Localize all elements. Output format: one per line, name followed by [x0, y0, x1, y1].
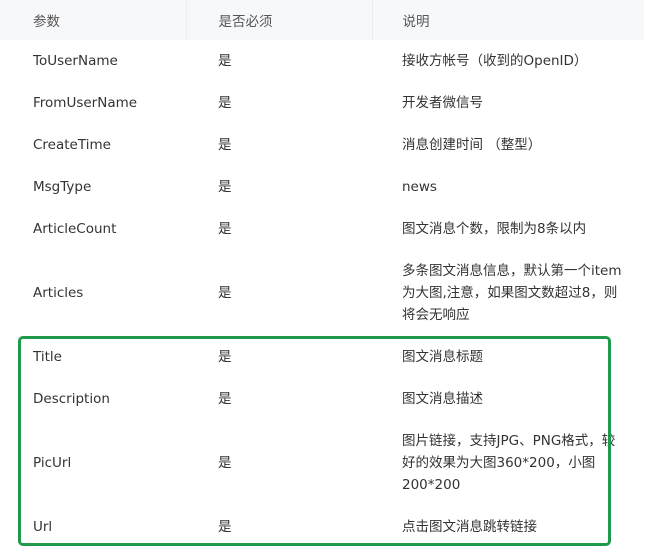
table-header: 参数 是否必须 说明 — [0, 0, 644, 40]
param-description: news — [402, 179, 437, 195]
param-required: 是 — [218, 349, 232, 365]
param-name: CreateTime — [33, 137, 111, 153]
param-name: Articles — [33, 285, 84, 301]
param-required: 是 — [218, 285, 232, 301]
parameter-table: 参数 是否必须 说明 ToUserName 是 接收方帐号（收到的OpenID）… — [0, 0, 644, 548]
param-name: MsgType — [33, 179, 92, 195]
table-row: ArticleCount 是 图文消息个数，限制为8条以内 — [0, 208, 644, 250]
param-name: PicUrl — [33, 455, 72, 471]
param-required: 是 — [218, 519, 232, 535]
param-name: ArticleCount — [33, 221, 117, 237]
header-description: 说明 — [372, 0, 644, 40]
param-name: Url — [33, 519, 53, 535]
param-required: 是 — [218, 179, 232, 195]
table-row: FromUserName 是 开发者微信号 — [0, 82, 644, 124]
param-name: ToUserName — [33, 53, 118, 69]
param-name: Title — [33, 349, 62, 365]
param-description: 多条图文消息信息，默认第一个item为大图,注意，如果图文数超过8，则将会无响应 — [402, 263, 622, 323]
param-description: 消息创建时间 （整型） — [402, 137, 542, 153]
param-description: 图文消息个数，限制为8条以内 — [402, 221, 587, 237]
param-required: 是 — [218, 455, 232, 471]
param-required: 是 — [218, 391, 232, 407]
table-row: Articles 是 多条图文消息信息，默认第一个item为大图,注意，如果图文… — [0, 250, 644, 336]
param-description: 开发者微信号 — [402, 95, 483, 111]
table-row: Description 是 图文消息描述 — [0, 378, 644, 420]
param-name: FromUserName — [33, 95, 138, 111]
table-row: ToUserName 是 接收方帐号（收到的OpenID） — [0, 40, 644, 82]
param-required: 是 — [218, 53, 232, 69]
param-description: 图文消息描述 — [402, 391, 483, 407]
param-description: 点击图文消息跳转链接 — [402, 519, 537, 535]
param-required: 是 — [218, 95, 232, 111]
table-row: CreateTime 是 消息创建时间 （整型） — [0, 124, 644, 166]
param-name: Description — [33, 391, 110, 407]
param-required: 是 — [218, 221, 232, 237]
table-row: Url 是 点击图文消息跳转链接 — [0, 506, 644, 548]
header-param: 参数 — [0, 0, 187, 40]
param-description: 图片链接，支持JPG、PNG格式，较好的效果为大图360*200，小图200*2… — [402, 433, 616, 493]
table-row: PicUrl 是 图片链接，支持JPG、PNG格式，较好的效果为大图360*20… — [0, 420, 644, 506]
param-description: 接收方帐号（收到的OpenID） — [402, 53, 588, 69]
header-row: 参数 是否必须 说明 — [0, 0, 644, 40]
table-row: Title 是 图文消息标题 — [0, 336, 644, 378]
table-body: ToUserName 是 接收方帐号（收到的OpenID） FromUserNa… — [0, 40, 644, 548]
header-required: 是否必须 — [186, 0, 373, 40]
param-description: 图文消息标题 — [402, 349, 483, 365]
param-required: 是 — [218, 137, 232, 153]
table-row: MsgType 是 news — [0, 166, 644, 208]
